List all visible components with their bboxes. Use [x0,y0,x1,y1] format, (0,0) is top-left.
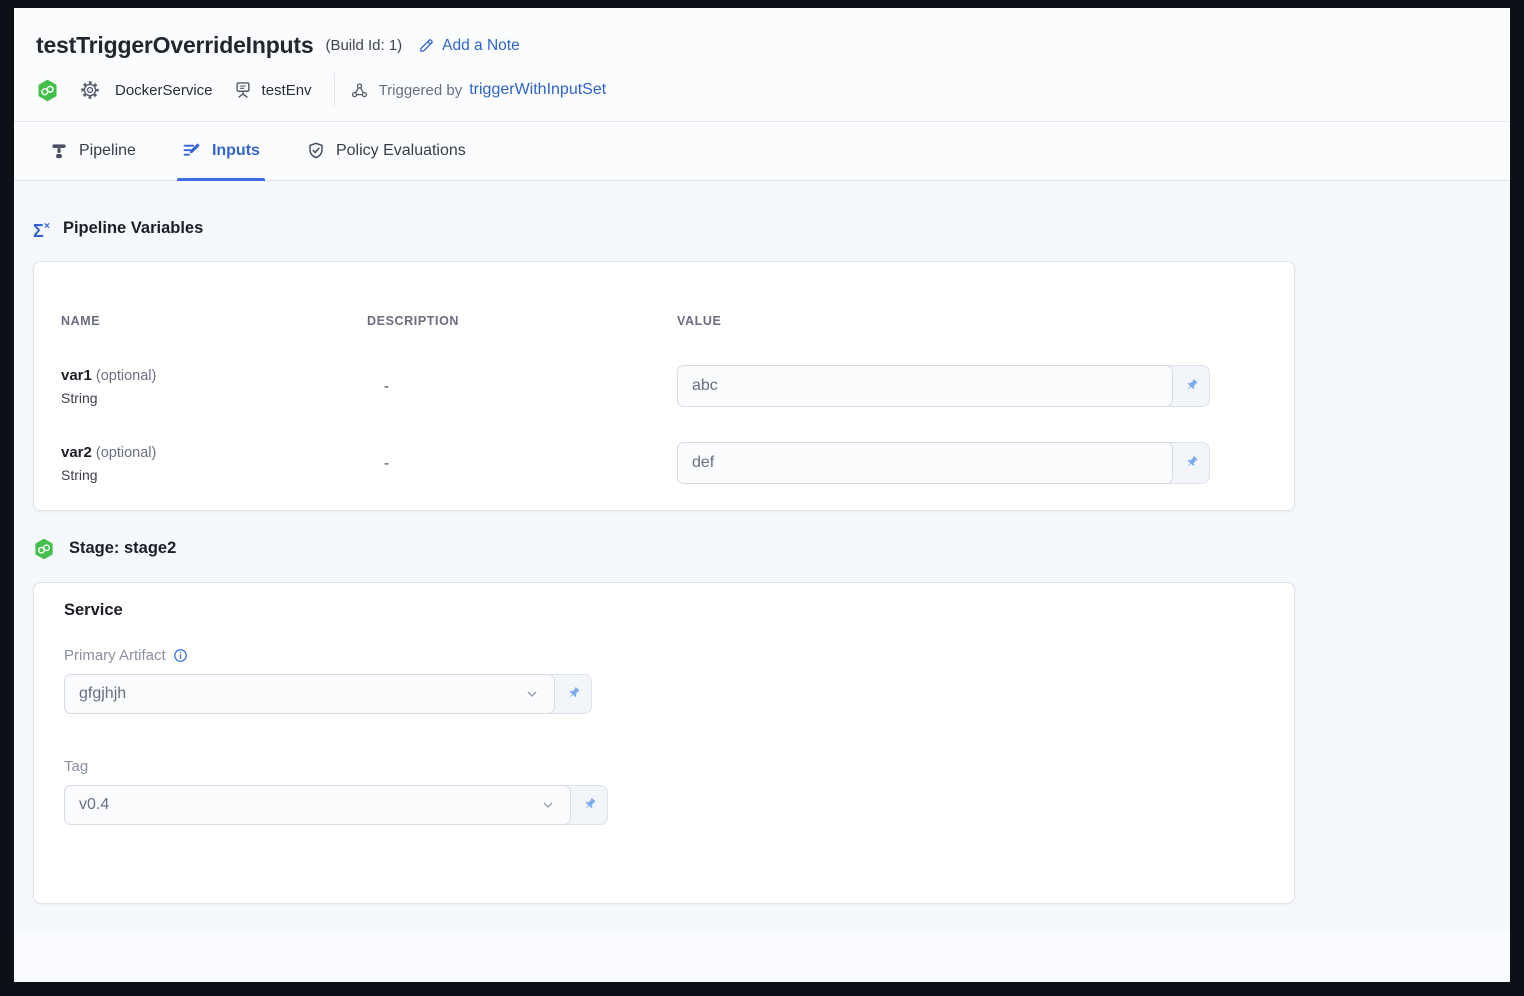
environment-icon [233,80,253,100]
build-id: (Build Id: 1) [325,37,402,54]
inputs-tab-content: Σ× Pipeline Variables NAME DESCRIPTION V… [14,181,1510,982]
tab-inputs-label: Inputs [212,142,260,160]
cd-stage-icon [36,79,59,102]
variable-name: var1 [61,367,92,384]
primary-artifact-select-group: gfgjhjh [64,674,592,714]
pipeline-variables-title: Pipeline Variables [63,217,203,240]
tag-select-group: v0.4 [64,785,608,825]
variable-value-group: def [677,442,1210,484]
pencil-icon [418,37,435,54]
variable-type: String [61,390,367,406]
variables-table-header: NAME DESCRIPTION VALUE [61,314,1210,328]
tab-pipeline[interactable]: Pipeline [44,122,141,180]
service-card-title: Service [64,601,1294,620]
variable-value-group: abc [677,365,1210,407]
footer-strip [14,931,1510,981]
primary-artifact-select[interactable]: gfgjhjh [64,674,555,714]
variable-description: - [367,455,677,472]
variable-name: var2 [61,444,92,461]
variable-value-input[interactable]: def [677,442,1173,484]
variable-row: var1 (optional) String - abc [61,365,1210,407]
pin-button[interactable] [555,675,591,713]
column-header-value: VALUE [677,314,1210,328]
tag-select[interactable]: v0.4 [64,785,571,825]
trigger-link[interactable]: triggerWithInputSet [469,81,606,99]
variable-type: String [61,467,367,483]
info-icon[interactable] [173,648,188,663]
variable-optional-flag: (optional) [96,368,156,384]
triggered-by-label: Triggered by [379,82,463,99]
service-card: Service Primary Artifact gfgjhjh [33,582,1295,904]
pipeline-variables-card: NAME DESCRIPTION VALUE var1 (optional) S… [33,261,1295,511]
execution-header: testTriggerOverrideInputs (Build Id: 1) … [14,8,1510,122]
column-header-name: NAME [61,314,367,328]
pin-icon [1182,454,1200,472]
pipeline-variables-section-header: Σ× Pipeline Variables [33,217,1510,240]
tag-label: Tag [64,758,1294,775]
variable-description: - [367,378,677,395]
add-note-button[interactable]: Add a Note [418,37,520,55]
inputs-icon [182,141,202,161]
chevron-down-icon [524,686,540,702]
service-name[interactable]: DockerService [115,82,213,99]
trigger-icon [350,81,369,100]
app-window: testTriggerOverrideInputs (Build Id: 1) … [14,8,1510,982]
add-note-label: Add a Note [442,37,520,55]
stage-hexagon-icon [33,538,55,560]
shield-check-icon [306,141,326,161]
chevron-down-icon [540,797,556,813]
divider [334,73,335,107]
stage-section-header: Stage: stage2 [33,537,1510,560]
column-header-description: DESCRIPTION [367,314,677,328]
environment-name[interactable]: testEnv [262,82,312,99]
variable-optional-flag: (optional) [96,445,156,461]
sigma-variables-icon: Σ× [33,219,50,239]
page-title: testTriggerOverrideInputs [36,32,313,59]
variable-value-input[interactable]: abc [677,365,1173,407]
pin-button[interactable] [1173,366,1209,406]
variable-row: var2 (optional) String - def [61,442,1210,484]
pin-icon [580,796,598,814]
tab-policy-evaluations-label: Policy Evaluations [336,142,466,160]
pin-icon [1182,377,1200,395]
tab-policy-evaluations[interactable]: Policy Evaluations [301,122,471,180]
primary-artifact-label: Primary Artifact [64,647,1294,664]
tab-pipeline-label: Pipeline [79,142,136,160]
tab-inputs[interactable]: Inputs [177,122,265,180]
pin-button[interactable] [571,786,607,824]
pipeline-icon [49,141,69,161]
pin-icon [564,685,582,703]
tab-bar: Pipeline Inputs Policy Evaluations [14,122,1510,181]
service-gear-icon [79,79,101,101]
pin-button[interactable] [1173,443,1209,483]
stage-title: Stage: stage2 [69,537,176,560]
